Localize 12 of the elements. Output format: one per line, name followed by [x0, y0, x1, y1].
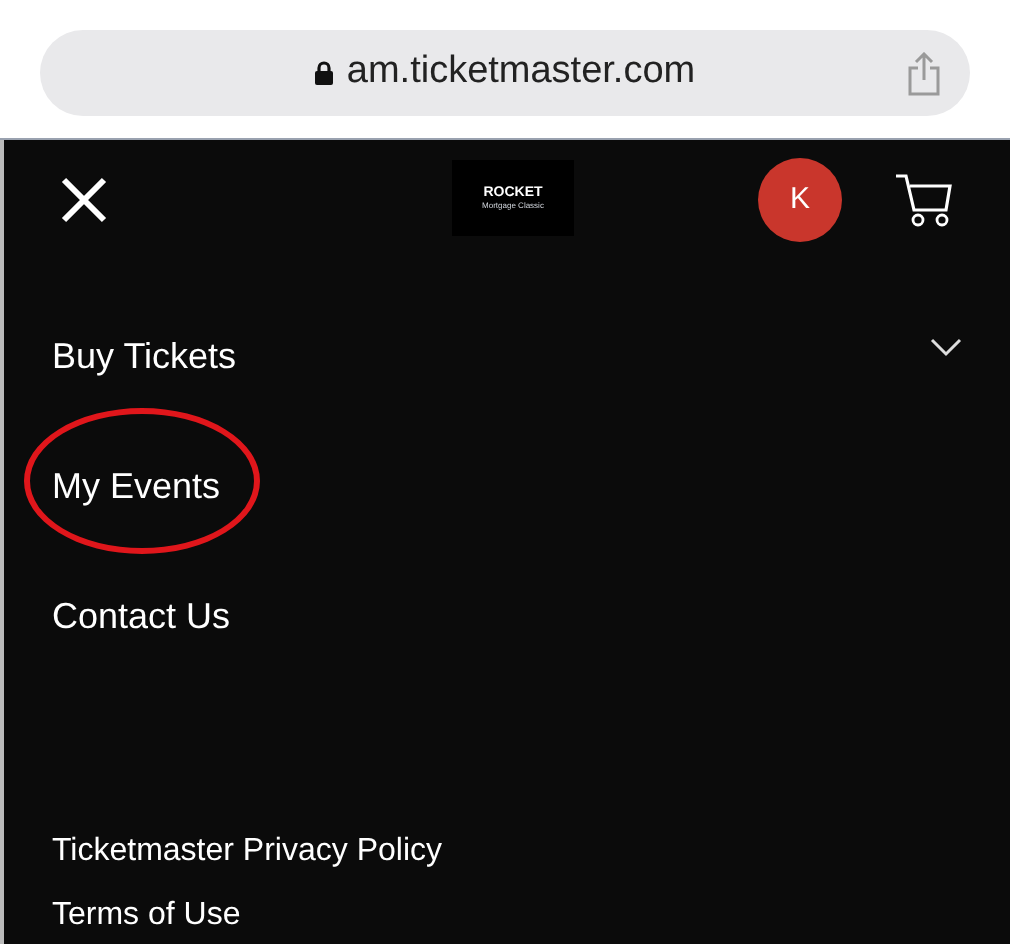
address-bar[interactable]: am.ticketmaster.com: [40, 30, 970, 116]
menu-item[interactable]: My Events: [52, 464, 221, 508]
close-icon[interactable]: [60, 176, 108, 224]
menu-item[interactable]: Buy Tickets: [52, 334, 237, 378]
avatar[interactable]: K: [758, 158, 842, 242]
lock-icon: [314, 60, 335, 86]
footer-link[interactable]: Terms of Use: [52, 896, 241, 936]
url-text: am.ticketmaster.com: [346, 48, 696, 97]
chevron-down-icon[interactable]: [930, 338, 962, 358]
menu-item[interactable]: Contact Us: [52, 594, 231, 638]
cart-icon[interactable]: [894, 172, 954, 228]
footer-link[interactable]: Ticketmaster Privacy Policy: [52, 832, 442, 872]
